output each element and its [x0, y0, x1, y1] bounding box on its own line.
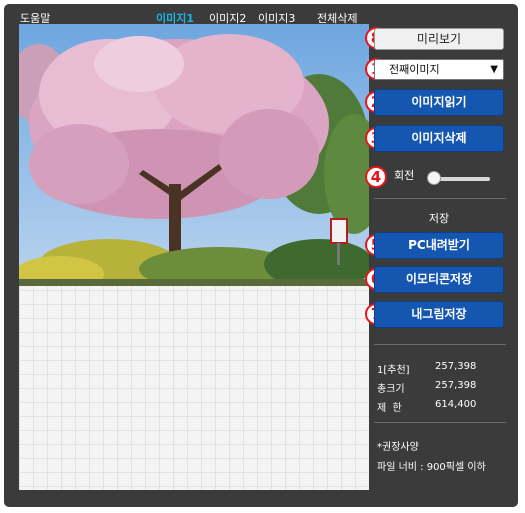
image-canvas[interactable] [19, 24, 369, 490]
divider [374, 198, 506, 199]
notes-line: 파일 너비 : 900픽셀 이하 [377, 462, 486, 473]
image-select[interactable]: 전째이미지 ▼ [374, 59, 504, 80]
chevron-down-icon: ▼ [490, 64, 498, 75]
stat-label: 제 한 [377, 403, 402, 414]
rotate-label: 회전 [394, 169, 415, 182]
stat-value: 257,398 [435, 380, 477, 391]
cherry-blossom-photo [19, 24, 369, 286]
marker-4: 4 [365, 166, 387, 188]
stat-value: 257,398 [435, 361, 477, 372]
control-panel: 8 미리보기 1 전째이미지 ▼ 2 이미지읽기 3 이미지삭제 4 회전 저장… [365, 24, 518, 494]
stat-label: 1[추천] [377, 365, 410, 376]
load-image-button[interactable]: 이미지읽기 [374, 89, 504, 116]
rotate-slider-thumb[interactable] [427, 171, 441, 185]
save-heading: 저장 [428, 212, 450, 225]
preview-button[interactable]: 미리보기 [374, 28, 504, 50]
divider [374, 422, 506, 423]
delete-image-button[interactable]: 이미지삭제 [374, 125, 504, 152]
editor-frame: 도움말 이미지1 이미지2 이미지3 전체삭제 미리보기 전째이미지 ▼ 이미지… [4, 4, 518, 507]
stat-value: 614,400 [435, 399, 477, 410]
image-select-value: 전째이미지 [389, 63, 440, 76]
top-bar: 도움말 이미지1 이미지2 이미지3 전체삭제 [4, 4, 518, 26]
divider [374, 344, 506, 345]
stat-label: 총크기 [377, 384, 405, 395]
save-mypic-button[interactable]: 내그림저장 [374, 301, 504, 328]
download-pc-button[interactable]: PC내려받기 [374, 232, 504, 259]
notes-title: *권장사양 [377, 442, 419, 453]
save-emoticon-button[interactable]: 이모티콘저장 [374, 266, 504, 293]
